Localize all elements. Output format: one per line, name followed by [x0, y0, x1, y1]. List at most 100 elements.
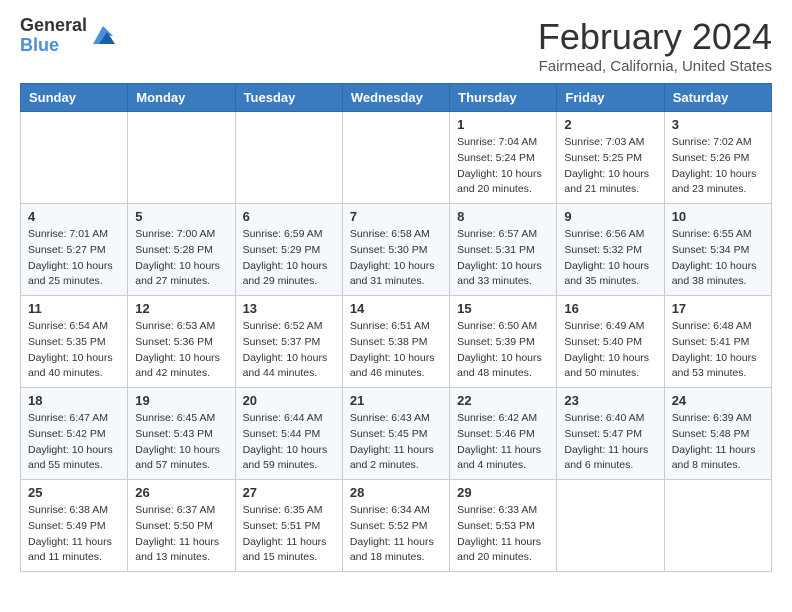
logo-general: General — [20, 16, 87, 36]
day-info: Sunrise: 6:40 AMSunset: 5:47 PMDaylight:… — [564, 411, 656, 474]
calendar-cell: 24 Sunrise: 6:39 AMSunset: 5:48 PMDayligh… — [664, 388, 771, 480]
day-info: Sunrise: 7:04 AMSunset: 5:24 PMDaylight:… — [457, 135, 549, 198]
day-info: Sunrise: 6:56 AMSunset: 5:32 PMDaylight:… — [564, 227, 656, 290]
day-number: 2 — [564, 117, 656, 132]
day-number: 1 — [457, 117, 549, 132]
day-number: 20 — [243, 393, 335, 408]
calendar-cell: 12 Sunrise: 6:53 AMSunset: 5:36 PMDayligh… — [128, 296, 235, 388]
calendar-cell: 20 Sunrise: 6:44 AMSunset: 5:44 PMDayligh… — [235, 388, 342, 480]
day-info: Sunrise: 6:34 AMSunset: 5:52 PMDaylight:… — [350, 503, 442, 566]
calendar-cell: 8Sunrise: 6:57 AMSunset: 5:31 PMDaylight… — [450, 204, 557, 296]
day-number: 11 — [28, 301, 120, 316]
calendar-cell — [128, 112, 235, 204]
day-number: 26 — [135, 485, 227, 500]
day-number: 27 — [243, 485, 335, 500]
calendar-week-row: 1 Sunrise: 7:04 AMSunset: 5:24 PMDaylight… — [21, 112, 772, 204]
calendar-cell: 18 Sunrise: 6:47 AMSunset: 5:42 PMDayligh… — [21, 388, 128, 480]
calendar-cell: 23 Sunrise: 6:40 AMSunset: 5:47 PMDayligh… — [557, 388, 664, 480]
day-number: 4 — [28, 209, 120, 224]
calendar-cell: 19 Sunrise: 6:45 AMSunset: 5:43 PMDayligh… — [128, 388, 235, 480]
day-info: Sunrise: 6:38 AMSunset: 5:49 PMDaylight:… — [28, 503, 120, 566]
day-number: 10 — [672, 209, 764, 224]
day-info: Sunrise: 6:52 AMSunset: 5:37 PMDaylight:… — [243, 319, 335, 382]
calendar-cell: 13 Sunrise: 6:52 AMSunset: 5:37 PMDayligh… — [235, 296, 342, 388]
day-info: Sunrise: 6:39 AMSunset: 5:48 PMDaylight:… — [672, 411, 764, 474]
day-number: 22 — [457, 393, 549, 408]
day-info: Sunrise: 6:35 AMSunset: 5:51 PMDaylight:… — [243, 503, 335, 566]
month-title: February 2024 — [538, 16, 772, 58]
calendar-week-row: 4 Sunrise: 7:01 AMSunset: 5:27 PMDaylight… — [21, 204, 772, 296]
day-number: 23 — [564, 393, 656, 408]
day-info: Sunrise: 6:53 AMSunset: 5:36 PMDaylight:… — [135, 319, 227, 382]
day-info: Sunrise: 6:33 AMSunset: 5:53 PMDaylight:… — [457, 503, 549, 566]
calendar: SundayMondayTuesdayWednesdayThursdayFrid… — [20, 83, 772, 572]
calendar-week-row: 11 Sunrise: 6:54 AMSunset: 5:35 PMDayligh… — [21, 296, 772, 388]
calendar-cell: 11 Sunrise: 6:54 AMSunset: 5:35 PMDayligh… — [21, 296, 128, 388]
day-info: Sunrise: 6:43 AMSunset: 5:45 PMDaylight:… — [350, 411, 442, 474]
calendar-cell: 17 Sunrise: 6:48 AMSunset: 5:41 PMDayligh… — [664, 296, 771, 388]
calendar-cell — [664, 480, 771, 572]
calendar-cell — [21, 112, 128, 204]
day-number: 12 — [135, 301, 227, 316]
calendar-cell: 6Sunrise: 6:59 AMSunset: 5:29 PMDaylight… — [235, 204, 342, 296]
logo-blue: Blue — [20, 36, 87, 56]
day-info: Sunrise: 6:37 AMSunset: 5:50 PMDaylight:… — [135, 503, 227, 566]
calendar-cell: 2 Sunrise: 7:03 AMSunset: 5:25 PMDaylight… — [557, 112, 664, 204]
logo-icon — [89, 22, 117, 50]
calendar-header-row: SundayMondayTuesdayWednesdayThursdayFrid… — [21, 84, 772, 112]
day-info: Sunrise: 6:58 AMSunset: 5:30 PMDaylight:… — [350, 227, 442, 290]
day-info: Sunrise: 6:55 AMSunset: 5:34 PMDaylight:… — [672, 227, 764, 290]
day-info: Sunrise: 7:03 AMSunset: 5:25 PMDaylight:… — [564, 135, 656, 198]
day-info: Sunrise: 6:47 AMSunset: 5:42 PMDaylight:… — [28, 411, 120, 474]
calendar-cell: 15Sunrise: 6:50 AMSunset: 5:39 PMDayligh… — [450, 296, 557, 388]
calendar-cell: 22 Sunrise: 6:42 AMSunset: 5:46 PMDayligh… — [450, 388, 557, 480]
day-info: Sunrise: 6:42 AMSunset: 5:46 PMDaylight:… — [457, 411, 549, 474]
day-info: Sunrise: 6:54 AMSunset: 5:35 PMDaylight:… — [28, 319, 120, 382]
calendar-cell: 25 Sunrise: 6:38 AMSunset: 5:49 PMDayligh… — [21, 480, 128, 572]
day-info: Sunrise: 6:48 AMSunset: 5:41 PMDaylight:… — [672, 319, 764, 382]
day-number: 9 — [564, 209, 656, 224]
weekday-header: Sunday — [21, 84, 128, 112]
logo: General Blue — [20, 16, 117, 56]
day-number: 17 — [672, 301, 764, 316]
title-section: February 2024 Fairmead, California, Unit… — [538, 16, 772, 75]
day-info: Sunrise: 6:45 AMSunset: 5:43 PMDaylight:… — [135, 411, 227, 474]
calendar-cell: 14 Sunrise: 6:51 AMSunset: 5:38 PMDayligh… — [342, 296, 449, 388]
day-number: 14 — [350, 301, 442, 316]
day-number: 16 — [564, 301, 656, 316]
day-number: 13 — [243, 301, 335, 316]
day-info: Sunrise: 7:02 AMSunset: 5:26 PMDaylight:… — [672, 135, 764, 198]
day-number: 7 — [350, 209, 442, 224]
day-info: Sunrise: 6:51 AMSunset: 5:38 PMDaylight:… — [350, 319, 442, 382]
calendar-cell — [342, 112, 449, 204]
weekday-header: Monday — [128, 84, 235, 112]
day-number: 24 — [672, 393, 764, 408]
day-number: 18 — [28, 393, 120, 408]
calendar-cell: 26 Sunrise: 6:37 AMSunset: 5:50 PMDayligh… — [128, 480, 235, 572]
day-info: Sunrise: 7:00 AMSunset: 5:28 PMDaylight:… — [135, 227, 227, 290]
day-info: Sunrise: 6:57 AMSunset: 5:31 PMDaylight:… — [457, 227, 549, 290]
calendar-cell: 28 Sunrise: 6:34 AMSunset: 5:52 PMDayligh… — [342, 480, 449, 572]
day-number: 6 — [243, 209, 335, 224]
day-number: 28 — [350, 485, 442, 500]
calendar-cell: 7 Sunrise: 6:58 AMSunset: 5:30 PMDaylight… — [342, 204, 449, 296]
calendar-cell: 4 Sunrise: 7:01 AMSunset: 5:27 PMDaylight… — [21, 204, 128, 296]
calendar-week-row: 18 Sunrise: 6:47 AMSunset: 5:42 PMDayligh… — [21, 388, 772, 480]
day-info: Sunrise: 7:01 AMSunset: 5:27 PMDaylight:… — [28, 227, 120, 290]
day-number: 3 — [672, 117, 764, 132]
day-number: 15 — [457, 301, 549, 316]
weekday-header: Thursday — [450, 84, 557, 112]
weekday-header: Friday — [557, 84, 664, 112]
calendar-cell: 29Sunrise: 6:33 AMSunset: 5:53 PMDayligh… — [450, 480, 557, 572]
day-number: 21 — [350, 393, 442, 408]
calendar-cell — [235, 112, 342, 204]
weekday-header: Wednesday — [342, 84, 449, 112]
calendar-cell: 27 Sunrise: 6:35 AMSunset: 5:51 PMDayligh… — [235, 480, 342, 572]
day-number: 19 — [135, 393, 227, 408]
header: General Blue February 2024 Fairmead, Cal… — [20, 16, 772, 75]
day-number: 25 — [28, 485, 120, 500]
calendar-cell: 9 Sunrise: 6:56 AMSunset: 5:32 PMDaylight… — [557, 204, 664, 296]
day-info: Sunrise: 6:44 AMSunset: 5:44 PMDaylight:… — [243, 411, 335, 474]
location-title: Fairmead, California, United States — [538, 58, 772, 75]
calendar-cell: 5Sunrise: 7:00 AMSunset: 5:28 PMDaylight… — [128, 204, 235, 296]
